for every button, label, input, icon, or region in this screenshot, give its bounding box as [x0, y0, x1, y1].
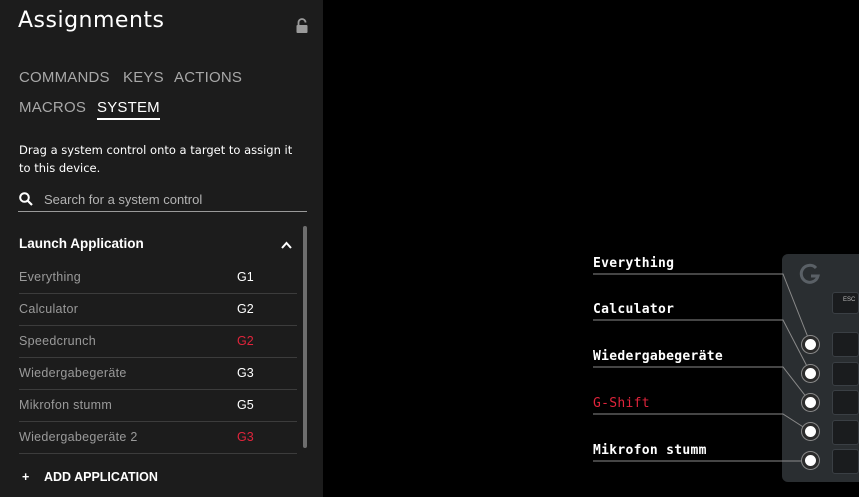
callout-label-everything: Everything [593, 256, 675, 271]
g-key-target-g1[interactable] [802, 336, 819, 353]
g-key-target-g3[interactable] [802, 394, 819, 411]
callout-label-calculator: Calculator [593, 302, 675, 317]
callout-label-g-shift: G-Shift [593, 396, 650, 411]
g-key-target-g5[interactable] [802, 452, 819, 469]
g-key-target-g2[interactable] [802, 365, 819, 382]
g-key-target-g4[interactable] [802, 423, 819, 440]
callout-label-wiedergabegeraete: Wiedergabegeräte [593, 349, 724, 364]
callout-lines [593, 273, 812, 462]
callout-label-mikrofon-stumm: Mikrofon stumm [593, 443, 707, 458]
